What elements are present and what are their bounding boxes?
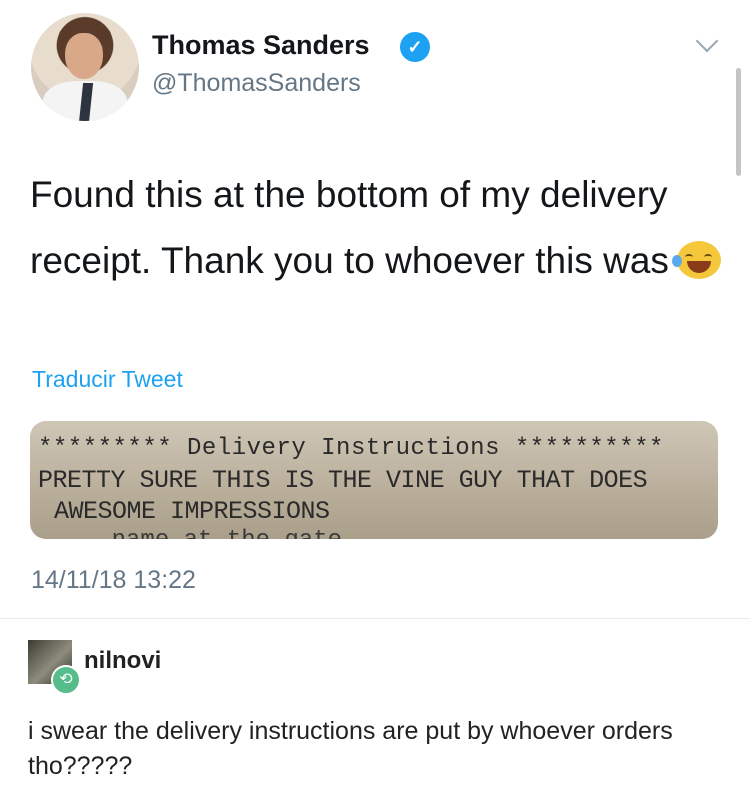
verified-badge-icon: ✓ [400, 32, 430, 62]
scrollbar[interactable] [736, 68, 741, 176]
author-handle[interactable]: @ThomasSanders [152, 69, 361, 98]
receipt-line-1: ********* Delivery Instructions ********… [38, 435, 664, 462]
emoji-mouth [686, 261, 711, 273]
tear-icon [671, 255, 682, 267]
tweet-timestamp[interactable]: 14/11/18 13:22 [31, 566, 196, 595]
avatar-face [65, 33, 103, 79]
receipt-line-4: ... name at the gate [54, 527, 342, 539]
reblog-icon: ⟲ [51, 665, 81, 695]
tweet-text: Found this at the bottom of my delivery … [30, 162, 730, 294]
receipt-image[interactable]: ********* Delivery Instructions ********… [30, 421, 718, 539]
tweet-body: Found this at the bottom of my delivery … [30, 174, 669, 281]
divider [0, 618, 750, 619]
author-avatar[interactable] [31, 13, 139, 121]
receipt-line-3: AWESOME IMPRESSIONS [54, 497, 330, 526]
author-name[interactable]: Thomas Sanders [152, 30, 370, 61]
chevron-down-icon[interactable] [695, 29, 719, 53]
reblogger-username[interactable]: nilnovi [84, 647, 161, 675]
receipt-line-2: PRETTY SURE THIS IS THE VINE GUY THAT DO… [38, 466, 648, 495]
laughing-tears-emoji-icon [671, 241, 721, 279]
translate-tweet-link[interactable]: Traducir Tweet [32, 366, 183, 393]
reblog-comment: i swear the delivery instructions are pu… [28, 717, 673, 780]
